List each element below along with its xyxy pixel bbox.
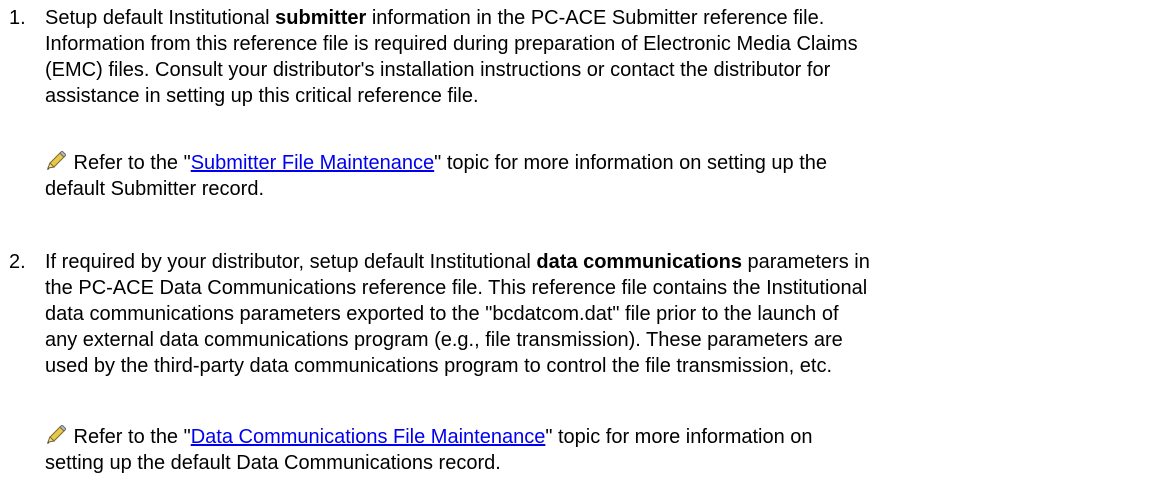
bold-term: submitter — [275, 7, 367, 29]
text-segment: Refer to the " — [68, 426, 191, 448]
text-segment: " topic for more information on — [545, 426, 813, 448]
text-line: data communications parameters exported … — [45, 303, 839, 325]
list-item-text: If required by your distributor, setup d… — [45, 249, 1150, 379]
text-line: If required by your distributor, setup d… — [45, 249, 1150, 275]
text-line: (EMC) files. Consult your distributor's … — [45, 59, 831, 81]
text-line: the PC-ACE Data Communications reference… — [45, 277, 868, 299]
help-page: 1. Setup default Institutional submitter… — [0, 0, 1159, 497]
pencil-icon — [45, 424, 67, 445]
list-number: 1. — [9, 7, 26, 29]
submitter-file-maintenance-link[interactable]: Submitter File Maintenance — [191, 152, 434, 174]
text-line: default Submitter record. — [45, 178, 264, 200]
text-line: setting up the default Data Communicatio… — [45, 452, 501, 474]
text-line: used by the third-party data communicati… — [45, 355, 833, 377]
pencil-icon — [45, 150, 67, 171]
text-line: any external data communications program… — [45, 329, 843, 351]
note-block: Refer to the "Data Communications File M… — [45, 424, 1150, 476]
text-line: Setup default Institutional submitter in… — [45, 5, 1150, 31]
text-line: Refer to the "Submitter File Maintenance… — [45, 150, 1150, 176]
text-line: Refer to the "Data Communications File M… — [45, 424, 1150, 450]
list-item-text: Setup default Institutional submitter in… — [45, 5, 1150, 109]
text-line: assistance in setting up this critical r… — [45, 85, 479, 107]
bold-term: data communications — [536, 251, 742, 273]
text-segment: If required by your distributor, setup d… — [45, 251, 537, 273]
text-segment: Setup default Institutional — [45, 7, 276, 29]
note-block: Refer to the "Submitter File Maintenance… — [45, 150, 1150, 202]
list-number: 2. — [9, 251, 26, 273]
data-communications-file-maintenance-link[interactable]: Data Communications File Maintenance — [191, 426, 546, 448]
text-segment: parameters in — [742, 251, 870, 273]
text-segment: information in the PC-ACE Submitter refe… — [366, 7, 825, 29]
text-line: Information from this reference file is … — [45, 33, 858, 55]
text-segment: Refer to the " — [68, 152, 191, 174]
text-segment: " topic for more information on setting … — [434, 152, 828, 174]
